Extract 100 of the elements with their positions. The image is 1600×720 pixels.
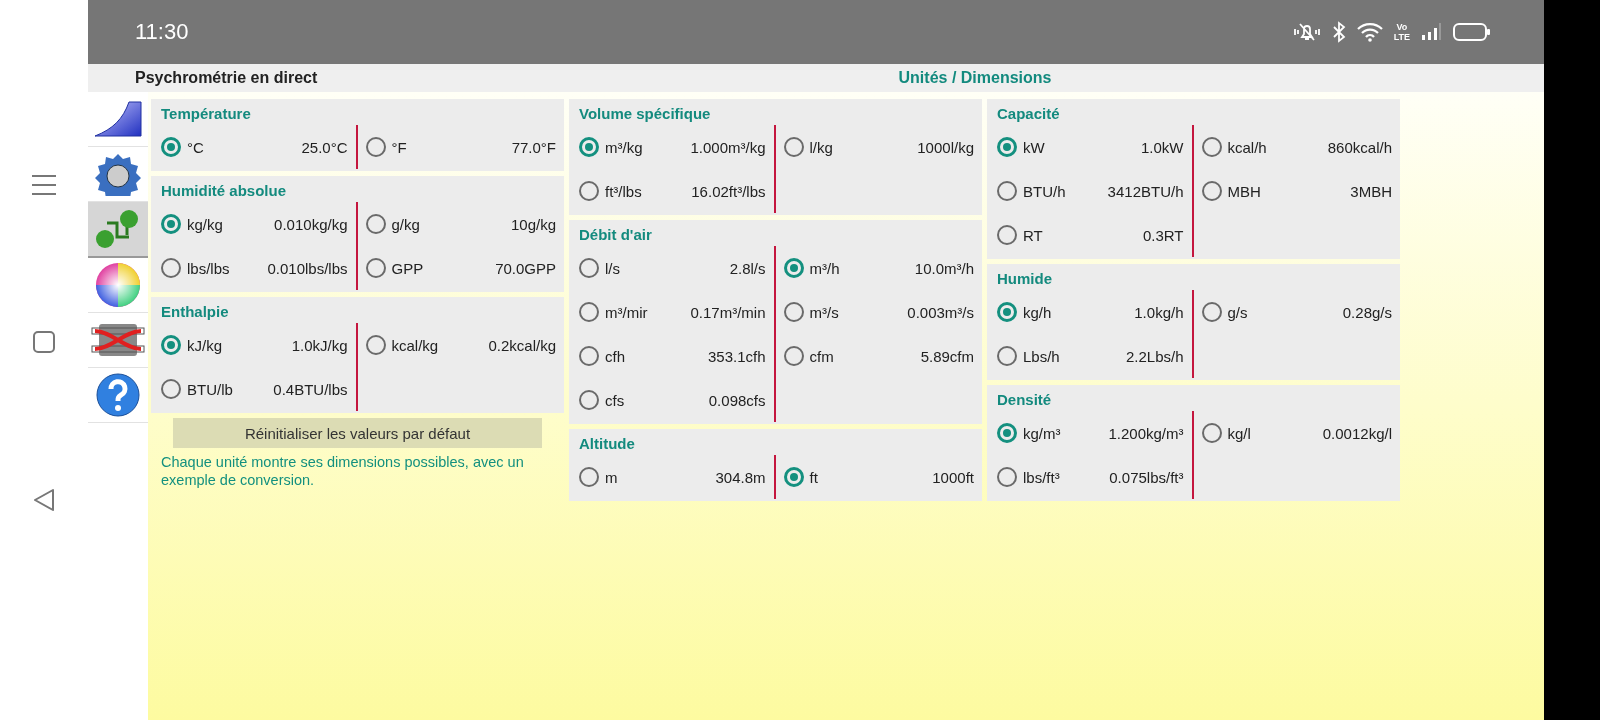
conversion-value: 0.003m³/s [907, 303, 974, 321]
conversion-value: 0.010kg/kg [274, 215, 348, 233]
unit-label: g/s [1227, 303, 1248, 321]
unit-label: l/kg [809, 138, 833, 156]
radio-button[interactable] [365, 214, 386, 234]
conversion-value: 0.0012kg/l [1322, 424, 1392, 442]
conversion-value: 0.098cfs [708, 391, 766, 409]
conversion-value: 70.0GPP [495, 259, 556, 277]
radio-button[interactable] [997, 225, 1017, 245]
radio-button[interactable] [579, 137, 599, 157]
unit-label: lbs/ft³ [1023, 468, 1060, 486]
panel-title: Température [160, 104, 252, 124]
conversion-value: 2.2Lbs/h [1125, 347, 1184, 365]
unit-label: MBH [1227, 182, 1261, 200]
back-icon[interactable] [33, 488, 55, 512]
radio-button[interactable] [1201, 423, 1222, 443]
menu-icon[interactable] [31, 174, 57, 196]
muted-bell-icon [1291, 21, 1322, 43]
radio-button[interactable] [365, 137, 386, 157]
conversion-value: 353.1cfh [707, 347, 766, 365]
conversion-value: 1.0kW [1141, 138, 1184, 156]
conversion-value: 1.0kJ/kg [291, 336, 348, 354]
radio-button[interactable] [997, 346, 1017, 366]
unit-label: ft³/lbs [605, 182, 642, 200]
conversion-value: 5.89cfm [920, 347, 974, 365]
unit-label: kg/m³ [1023, 424, 1061, 442]
radio-button[interactable] [161, 379, 181, 399]
radio-button[interactable] [579, 258, 599, 278]
radio-button[interactable] [783, 137, 804, 157]
radio-button[interactable] [1201, 181, 1222, 201]
conversion-value: 10.0m³/h [914, 259, 974, 277]
unit-label: m³/kg [605, 138, 643, 156]
wifi-icon [1355, 21, 1384, 43]
reset-button[interactable]: Réinitialiser les valeurs par défaut [173, 418, 542, 448]
radio-button[interactable] [161, 214, 181, 234]
unit-label: BTU/lb [187, 380, 233, 398]
unit-label: m³/s [809, 303, 839, 321]
signal-icon [1420, 21, 1442, 43]
unit-label: kJ/kg [187, 336, 222, 354]
swap-arrows-icon[interactable] [88, 202, 148, 258]
conversion-value: 0.4BTU/lbs [273, 380, 348, 398]
radio-button[interactable] [783, 258, 804, 278]
radio-button[interactable] [579, 181, 599, 201]
unit-label: m³/h [809, 259, 840, 277]
radio-button[interactable] [579, 390, 599, 410]
clock-time: 11:30 [135, 19, 189, 45]
conversion-value: 0.17m³/min [690, 303, 766, 321]
conversion-value: 1.000m³/kg [690, 138, 766, 156]
unit-label: °F [391, 138, 407, 156]
unit-label: lbs/lbs [187, 259, 230, 277]
radio-button[interactable] [997, 467, 1017, 487]
radio-button[interactable] [365, 258, 386, 278]
conversion-value: 860kcal/h [1327, 138, 1392, 156]
unit-label: GPP [391, 259, 424, 277]
panel-title: Altitude [578, 434, 636, 454]
unit-label: cfm [809, 347, 834, 365]
unit-label: ft [809, 468, 818, 486]
radio-button[interactable] [997, 137, 1017, 157]
unit-label: l/s [605, 259, 620, 277]
conversion-value: 3MBH [1350, 182, 1392, 200]
radio-button[interactable] [783, 302, 804, 322]
unit-label: m [605, 468, 618, 486]
conversion-value: 25.0°C [301, 138, 348, 156]
unit-label: RT [1023, 226, 1043, 244]
radio-button[interactable] [161, 335, 181, 355]
radio-button[interactable] [579, 302, 599, 322]
radio-button[interactable] [1201, 137, 1222, 157]
conversion-value: 1.200kg/m³ [1108, 424, 1184, 442]
panel-title: Débit d'air [578, 225, 653, 245]
radio-button[interactable] [365, 335, 386, 355]
radio-button[interactable] [997, 302, 1017, 322]
unit-label: kcal/kg [391, 336, 439, 354]
radio-button[interactable] [579, 346, 599, 366]
radio-button[interactable] [783, 346, 804, 366]
network-label: Vo LTE [1393, 22, 1410, 42]
unit-label: kW [1023, 138, 1045, 156]
conversion-value: 0.28g/s [1342, 303, 1392, 321]
conversion-value: 0.075lbs/ft³ [1109, 468, 1184, 486]
info-text: Chaque unité montre ses dimensions possibles, avec un exemple de conversion. [160, 453, 525, 489]
radio-button[interactable] [161, 137, 181, 157]
unit-label: °C [187, 138, 204, 156]
panel-title: Humide [996, 269, 1053, 289]
conversion-value: 16.02ft³/lbs [691, 182, 766, 200]
radio-button[interactable] [997, 181, 1017, 201]
unit-label: m³/mir [605, 303, 648, 321]
unit-label: Lbs/h [1023, 347, 1060, 365]
app-title: Psychrométrie en direct [134, 69, 319, 87]
radio-button[interactable] [783, 467, 804, 487]
panel-title: Volume spécifique [578, 104, 712, 124]
radio-button[interactable] [579, 467, 599, 487]
conversion-value: 3412BTU/h [1107, 182, 1184, 200]
conversion-value: 1.0kg/h [1134, 303, 1184, 321]
radio-button[interactable] [1201, 302, 1222, 322]
square-icon[interactable] [32, 330, 56, 354]
radio-button[interactable] [161, 258, 181, 278]
radio-button[interactable] [997, 423, 1017, 443]
battery-icon [1452, 21, 1492, 43]
conversion-value: 0.010lbs/lbs [267, 259, 348, 277]
conversion-value: 77.0°F [511, 138, 556, 156]
conversion-value: 304.8m [715, 468, 766, 486]
